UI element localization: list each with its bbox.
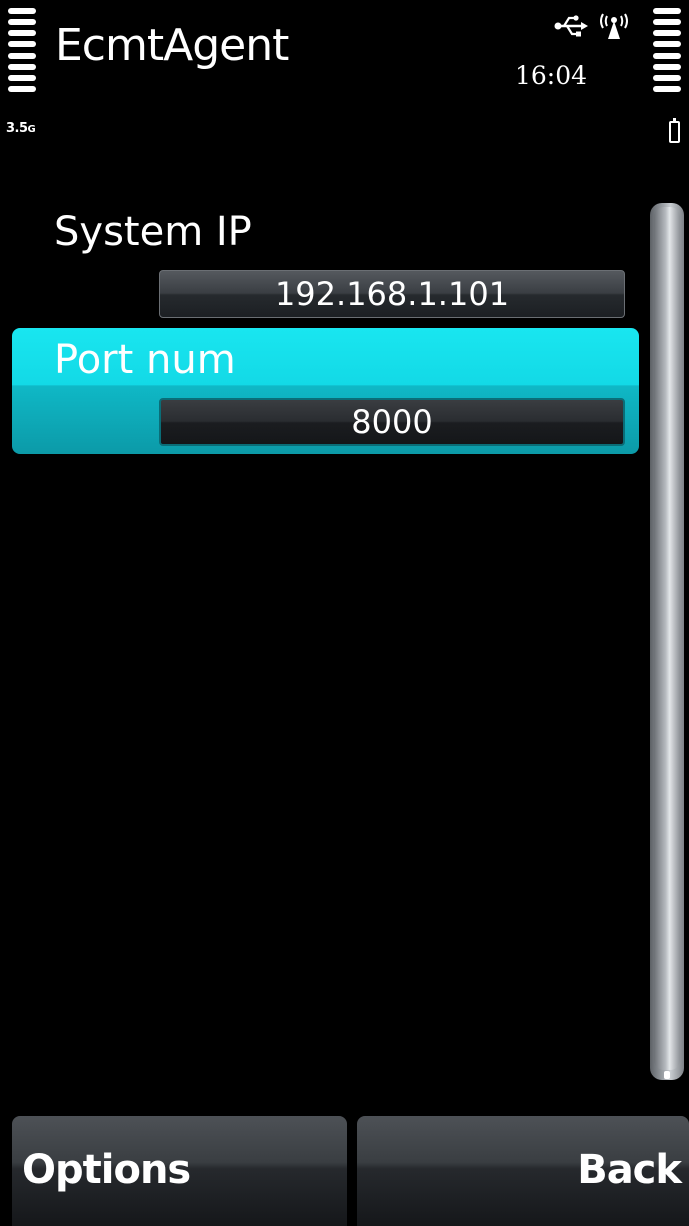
battery-bars-icon — [653, 8, 681, 92]
scrollbar-thumb[interactable] — [654, 207, 680, 1070]
setting-item-port-num[interactable]: Port num 8000 — [12, 328, 639, 454]
signal-strength-icon — [8, 8, 36, 92]
usb-icon — [554, 15, 588, 37]
setting-label-system-ip: System IP — [54, 209, 252, 255]
network-type-main: 3.5 — [6, 121, 28, 136]
network-type-suffix: G — [27, 124, 36, 135]
network-type-indicator: 3.5G — [6, 121, 36, 136]
clock: 16:04 — [515, 61, 588, 90]
packet-data-antenna-icon — [600, 13, 628, 39]
options-softkey[interactable]: Options — [12, 1116, 347, 1226]
back-softkey-label: Back — [577, 1147, 682, 1193]
battery-level-icon — [669, 118, 680, 143]
setting-label-port-num: Port num — [54, 337, 236, 383]
port-num-field[interactable]: 8000 — [159, 398, 625, 446]
app-title: EcmtAgent — [55, 20, 289, 71]
back-softkey[interactable]: Back — [357, 1116, 689, 1226]
system-ip-field[interactable]: 192.168.1.101 — [159, 270, 625, 318]
setting-item-system-ip[interactable]: System IP 192.168.1.101 — [12, 200, 639, 326]
phone-screen: 3.5G EcmtAgent 16:04 System IP 192.168.1… — [0, 0, 689, 1226]
scrollbar[interactable] — [650, 203, 684, 1080]
scrollbar-end-marker — [664, 1071, 670, 1079]
options-softkey-label: Options — [22, 1147, 191, 1193]
